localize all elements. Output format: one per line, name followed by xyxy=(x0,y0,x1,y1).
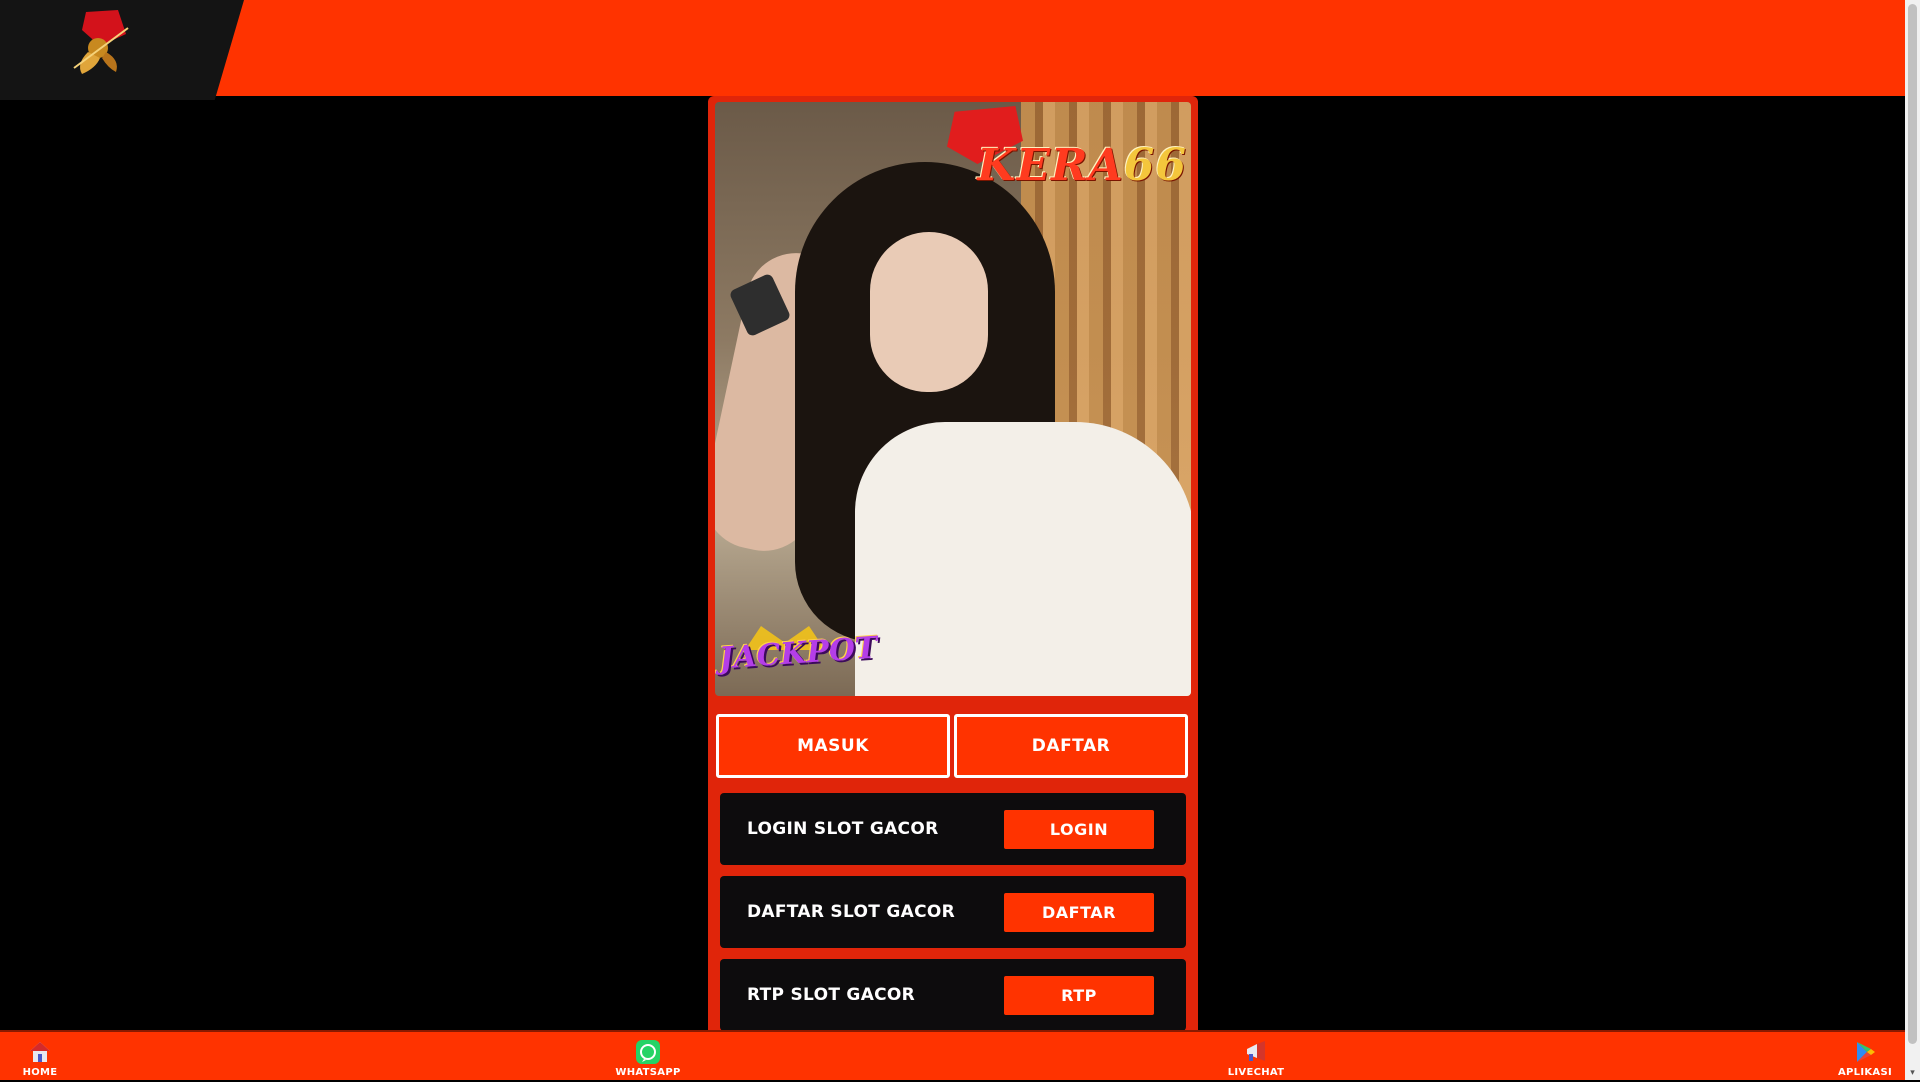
nav-livechat-label: LIVECHAT xyxy=(1228,1067,1285,1078)
card-title: DAFTAR SLOT GACOR xyxy=(747,876,955,948)
nav-whatsapp[interactable]: WHATSAPP xyxy=(608,1032,688,1082)
home-icon xyxy=(27,1039,53,1065)
site-logo[interactable] xyxy=(66,8,138,78)
nav-livechat[interactable]: LIVECHAT xyxy=(1216,1032,1296,1082)
google-play-icon xyxy=(1852,1039,1878,1065)
brand-watermark: KERA66 xyxy=(977,140,1187,191)
scrollbar-thumb[interactable] xyxy=(1908,4,1917,1044)
daftar-slot-button[interactable]: DAFTAR xyxy=(1004,893,1154,932)
rtp-slot-card: RTP SLOT GACOR RTP xyxy=(720,959,1186,1031)
nav-whatsapp-label: WHATSAPP xyxy=(615,1067,680,1078)
login-slot-card: LOGIN SLOT GACOR LOGIN xyxy=(720,793,1186,865)
daftar-slot-card: DAFTAR SLOT GACOR DAFTAR xyxy=(720,876,1186,948)
hero-banner-image: KERA66 JACKPOT xyxy=(715,102,1191,696)
model-shirt xyxy=(855,422,1191,696)
card-title: LOGIN SLOT GACOR xyxy=(747,793,938,865)
nav-aplikasi-label: APLIKASI xyxy=(1838,1067,1892,1078)
model-face xyxy=(870,232,988,392)
daftar-button[interactable]: DAFTAR xyxy=(954,714,1188,778)
nav-aplikasi[interactable]: APLIKASI xyxy=(1830,1032,1900,1082)
masuk-button[interactable]: MASUK xyxy=(716,714,950,778)
card-title: RTP SLOT GACOR xyxy=(747,959,915,1031)
rtp-button[interactable]: RTP xyxy=(1004,976,1154,1015)
nav-home-label: HOME xyxy=(23,1067,58,1078)
nav-home[interactable]: HOME xyxy=(10,1032,70,1082)
top-header-bar xyxy=(0,0,1905,96)
login-button[interactable]: LOGIN xyxy=(1004,810,1154,849)
bottom-navigation: HOME WHATSAPP LIVECHAT xyxy=(0,1030,1905,1080)
scroll-down-arrow-icon[interactable]: ▾ xyxy=(1908,1068,1917,1078)
whatsapp-icon xyxy=(635,1039,661,1065)
livechat-megaphone-icon xyxy=(1243,1039,1269,1065)
